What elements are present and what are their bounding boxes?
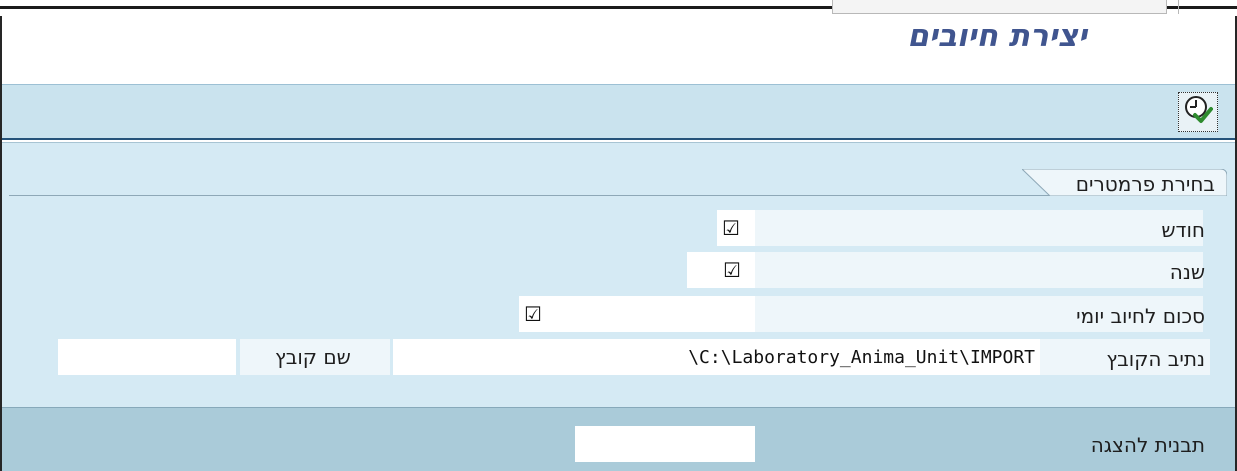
window-top-strip	[0, 0, 1237, 16]
window-frame	[0, 16, 1237, 471]
top-separator	[1178, 0, 1179, 14]
top-command-field[interactable]	[832, 0, 1167, 14]
